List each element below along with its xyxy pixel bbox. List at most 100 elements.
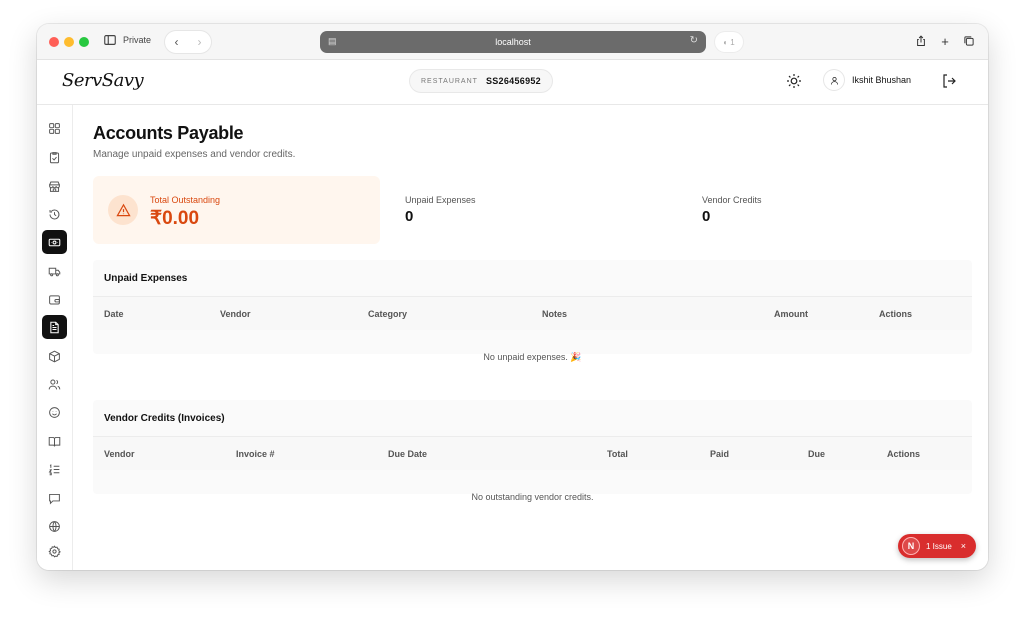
column-header[interactable]: Actions [887, 449, 920, 459]
logout-icon[interactable] [941, 73, 957, 89]
truck-icon [48, 267, 61, 276]
total-outstanding-value: ₹0.00 [150, 208, 200, 229]
column-header[interactable]: Amount [774, 309, 808, 319]
close-window-button[interactable] [49, 37, 59, 47]
column-header[interactable]: Invoice # [236, 449, 275, 459]
sidebar-item-menu[interactable] [42, 429, 67, 453]
issues-label[interactable]: 1 Issue [926, 542, 952, 551]
column-header[interactable]: Vendor [104, 449, 135, 459]
avatar [824, 70, 844, 90]
private-mode-label: Private [123, 35, 152, 45]
column-header[interactable]: Category [368, 309, 407, 319]
vendor-credits-table-header: Vendor Invoice # Due Date Total Paid Due… [93, 436, 972, 470]
column-header[interactable]: Paid [710, 449, 729, 459]
browser-toolbar: Private ‹ › ▤ localhost ↻ ◐ 1 + [37, 24, 988, 60]
list-ordered-icon [48, 463, 60, 475]
vendor-credits-empty-state: No outstanding vendor credits. [471, 492, 594, 502]
sidebar-item-inventory[interactable] [42, 344, 67, 368]
column-header[interactable]: Due [808, 449, 825, 459]
page-title: Accounts Payable [93, 123, 244, 143]
issues-badge[interactable]: N 1 Issue × [898, 534, 976, 558]
browser-actions: + [914, 33, 976, 49]
sidebar-item-messages[interactable] [42, 486, 67, 510]
sidebar-item-cash[interactable] [42, 230, 67, 254]
cash-icon [48, 238, 61, 246]
page-menu-icon[interactable]: ▤ [328, 36, 338, 46]
message-icon [49, 493, 60, 505]
restaurant-selector[interactable]: RESTAURANT SS26456952 [410, 70, 552, 92]
forward-icon[interactable]: › [198, 35, 202, 49]
theme-toggle-icon[interactable] [786, 73, 802, 89]
vendor-credits-title: Vendor Credits (Invoices) [104, 413, 225, 424]
main-content: Accounts Payable Manage unpaid expenses … [73, 105, 988, 570]
user-icon [830, 76, 838, 84]
settings-icon [48, 544, 61, 557]
vendor-credits-value: 0 [702, 208, 711, 225]
restaurant-code: SS26456952 [485, 76, 541, 86]
users-icon [48, 379, 61, 389]
sidebar-item-orders[interactable] [42, 145, 67, 169]
zoom-window-button[interactable] [79, 37, 89, 47]
sidebar-item-customers[interactable] [42, 400, 67, 424]
column-header[interactable]: Total [607, 449, 628, 459]
book-icon [48, 436, 61, 446]
smile-icon [49, 406, 60, 418]
sidebar-toggle-button[interactable]: Private [103, 33, 151, 47]
unpaid-expenses-empty-state: No unpaid expenses. 🎉 [483, 352, 582, 362]
sidebar-item-settings[interactable] [42, 539, 67, 563]
close-icon[interactable]: × [961, 541, 966, 551]
sidebar-item-website[interactable] [42, 514, 67, 538]
unpaid-expenses-table-header: Date Vendor Category Notes Amount Action… [93, 296, 972, 330]
total-outstanding-card: Total Outstanding ₹0.00 [93, 176, 380, 244]
brand-logo[interactable]: ServSavy [62, 70, 144, 91]
tab-overview-icon[interactable] [962, 33, 976, 49]
wallet-icon [49, 294, 60, 304]
clipboard-check-icon [49, 151, 60, 163]
new-tab-icon[interactable]: + [938, 33, 952, 49]
dashboard-icon [49, 122, 60, 134]
shield-icon: ◐ [723, 37, 731, 47]
sidebar-item-store[interactable] [42, 174, 67, 198]
column-header[interactable]: Vendor [220, 309, 251, 319]
history-icon [49, 209, 60, 219]
column-header[interactable]: Date [104, 309, 124, 319]
unpaid-expenses-label: Unpaid Expenses [405, 195, 476, 205]
nextjs-logo-icon: N [902, 537, 920, 555]
column-header[interactable]: Notes [542, 309, 567, 319]
shield-count: 1 [730, 37, 735, 47]
globe-icon [49, 520, 60, 532]
sidebar-item-history[interactable] [42, 202, 67, 226]
share-icon[interactable] [914, 33, 928, 49]
app-header: ServSavy RESTAURANT SS26456952 Ikshit Bh… [37, 60, 988, 105]
sidebar-item-dashboard[interactable] [42, 116, 67, 140]
address-bar[interactable]: ▤ localhost ↻ [320, 31, 706, 53]
user-name: Ikshit Bhushan [852, 75, 912, 85]
box-icon [49, 350, 60, 362]
reload-icon[interactable]: ↻ [690, 36, 698, 46]
column-header[interactable]: Actions [879, 309, 912, 319]
warning-icon [115, 203, 131, 216]
total-outstanding-label: Total Outstanding [150, 195, 221, 205]
vendor-credits-label: Vendor Credits [702, 195, 762, 205]
sidebar-item-wallet[interactable] [42, 287, 67, 311]
page-subtitle: Manage unpaid expenses and vendor credit… [93, 149, 296, 160]
restaurant-label: RESTAURANT [421, 77, 478, 85]
sidebar-item-lists[interactable] [42, 457, 67, 481]
sidebar-nav [37, 105, 73, 570]
document-icon [50, 321, 59, 333]
sidebar-item-accounts-payable[interactable] [42, 315, 67, 339]
column-header[interactable]: Due Date [388, 449, 427, 459]
browser-window: Private ‹ › ▤ localhost ↻ ◐ 1 + ServSavy [37, 24, 988, 570]
sidebar-icon [104, 35, 116, 45]
back-icon[interactable]: ‹ [175, 35, 179, 49]
warning-icon-badge [108, 195, 138, 225]
navigation-buttons: ‹ › [165, 31, 211, 53]
vendor-credits-panel: Vendor Credits (Invoices) Vendor Invoice… [93, 400, 972, 502]
minimize-window-button[interactable] [64, 37, 74, 47]
user-menu[interactable]: Ikshit Bhushan [824, 70, 911, 90]
unpaid-expenses-title: Unpaid Expenses [104, 273, 188, 284]
sidebar-item-staff[interactable] [42, 372, 67, 396]
url-text: localhost [495, 37, 531, 47]
privacy-shield-button[interactable]: ◐ 1 [715, 32, 743, 52]
sidebar-item-deliveries[interactable] [42, 259, 67, 283]
